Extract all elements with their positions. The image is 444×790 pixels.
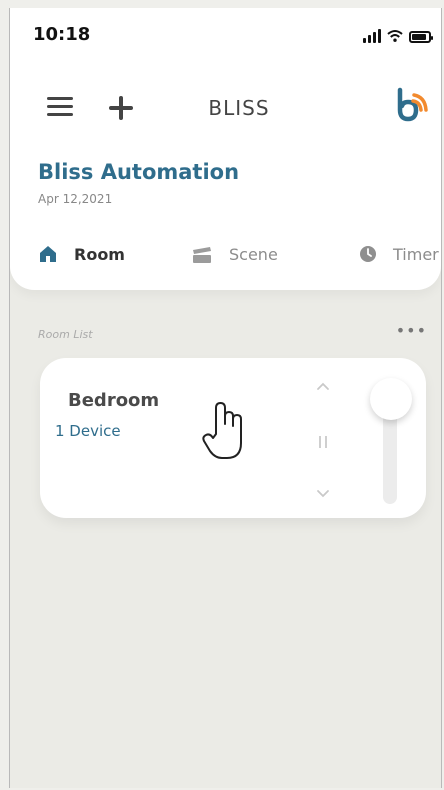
vertical-slider-knob[interactable] (370, 378, 412, 420)
clock-icon (360, 246, 376, 262)
scene-icon (193, 247, 211, 263)
plus-icon[interactable] (107, 94, 135, 122)
app-title: BLISS (208, 96, 270, 120)
battery-icon (409, 31, 433, 43)
menu-icon[interactable] (47, 97, 73, 119)
tab-room-label: Room (74, 244, 125, 264)
pause-icon[interactable] (317, 434, 329, 450)
brand-title: Bliss Automation (38, 160, 240, 184)
wifi-icon (387, 29, 403, 43)
room-name: Bedroom (68, 390, 160, 411)
home-icon (40, 246, 56, 262)
tab-timer[interactable]: Timer (359, 240, 439, 268)
room-list-label: Room List (38, 328, 93, 341)
phone-screen: 10:18 BLISS Bliss Automation Apr 12,2021… (9, 8, 442, 788)
tab-scene[interactable]: Scene (191, 240, 278, 268)
tab-room[interactable]: Room (38, 240, 125, 268)
room-device-count: 1 Device (55, 422, 121, 440)
more-icon[interactable]: ••• (396, 321, 427, 340)
bliss-logo-icon[interactable] (391, 86, 431, 124)
signal-icon (363, 29, 381, 43)
chevron-down-icon[interactable] (316, 486, 330, 500)
status-time: 10:18 (33, 24, 91, 45)
tab-timer-label: Timer (393, 244, 439, 264)
hand-cursor-icon (202, 402, 242, 459)
chevron-up-icon[interactable] (316, 380, 330, 394)
status-icons (363, 25, 433, 43)
tab-scene-label: Scene (229, 244, 278, 264)
brand-date: Apr 12,2021 (38, 192, 113, 206)
